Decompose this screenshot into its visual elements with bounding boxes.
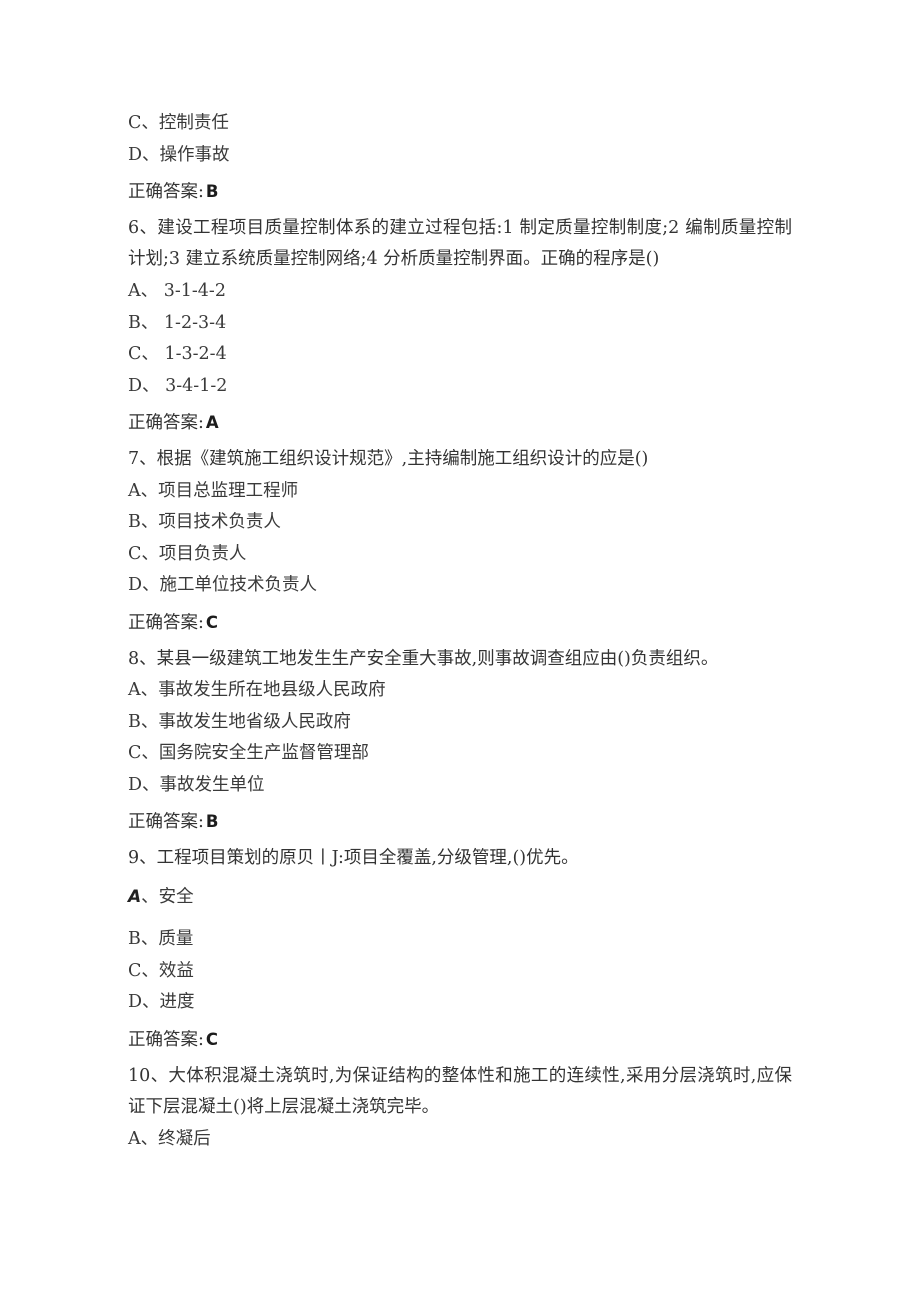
option-line[interactable]: B、项目技术负责人 [128,507,792,539]
question-stem: 10、大体积混凝土浇筑时,为保证结构的整体性和施工的连续性,采用分层浇筑时,应保… [128,1065,792,1118]
answer-value: B [205,812,219,832]
answer-label: 正确答案: [128,612,204,633]
option-line[interactable]: B、 1-2-3-4 [128,308,792,340]
answer-label: 正确答案: [128,182,204,203]
option-text: 、安全 [141,886,194,907]
answer-value: C [205,612,219,632]
question-stem: 9、工程项目策划的原贝丨J:项目全覆盖,分级管理,()优先。 [128,848,579,869]
question-stem: 7、根据《建筑施工组织设计规范》,主持编制施工组织设计的应是() [128,448,649,469]
answer-value: C [205,1030,219,1050]
option-line[interactable]: A、项目总监理工程师 [128,476,792,508]
answer-row: 正确答案: C [128,1024,792,1057]
answer-label: 正确答案: [128,1030,204,1051]
option-line[interactable]: B、事故发生地省级人民政府 [128,707,792,739]
question-list: C、控制责任 D、操作事故 正确答案: B 6、建设工程项目质量控制体系的建立过程包括:… [128,108,792,1155]
document-page: C、控制责任 D、操作事故 正确答案: B 6、建设工程项目质量控制体系的建立过程包括:… [0,0,920,1301]
answer-row: 正确答案: A [128,407,792,440]
option-line[interactable]: C、国务院安全生产监督管理部 [128,738,792,770]
option-line[interactable]: A、终凝后 [128,1124,792,1156]
option-line[interactable]: C、效益 [128,956,792,988]
option-letter: A [128,886,142,907]
option-line[interactable]: D、操作事故 [128,140,792,172]
option-line[interactable]: B、质量 [128,924,792,956]
option-line[interactable]: D、事故发生单位 [128,770,792,802]
answer-row: 正确答案: C [128,607,792,640]
answer-row: 正确答案: B [128,176,792,209]
option-line[interactable]: D、施工单位技术负责人 [128,570,792,602]
option-line[interactable]: C、控制责任 [128,108,792,140]
option-line[interactable]: D、 3-4-1-2 [128,371,792,403]
option-line[interactable]: C、项目负责人 [128,539,792,571]
option-line[interactable]: D、进度 [128,987,792,1019]
question-stem: 6、建设工程项目质量控制体系的建立过程包括:1 制定质量控制制度;2 编制质量控… [128,217,792,270]
option-line[interactable]: A、安全 [128,882,792,914]
option-line[interactable]: A、 3-1-4-2 [128,276,792,308]
answer-row: 正确答案: B [128,806,792,839]
option-line[interactable]: C、 1-3-2-4 [128,339,792,371]
answer-value: A [205,413,219,433]
option-line[interactable]: A、事故发生所在地县级人民政府 [128,675,792,707]
answer-label: 正确答案: [128,812,204,833]
answer-label: 正确答案: [128,413,204,434]
answer-value: B [205,182,219,202]
question-stem: 8、某县一级建筑工地发生生产安全重大事故,则事故调查组应由()负责组织。 [128,648,719,669]
